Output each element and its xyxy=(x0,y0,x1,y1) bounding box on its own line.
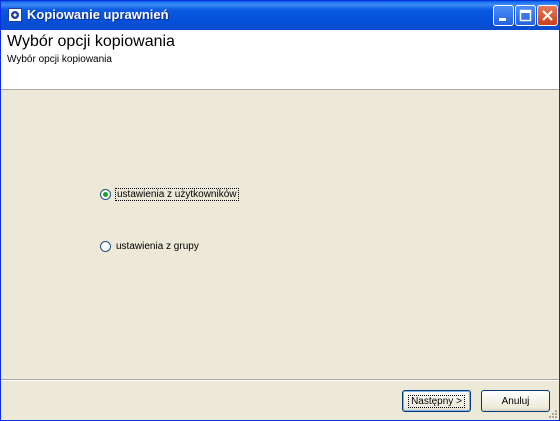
page-title: Wybór opcji kopiowania xyxy=(7,33,175,50)
next-button-label: Następny > xyxy=(408,394,465,408)
next-button[interactable]: Następny > xyxy=(402,390,471,412)
maximize-icon xyxy=(519,9,532,22)
app-icon[interactable] xyxy=(8,8,22,22)
wizard-header: Wybór opcji kopiowania Wybór opcji kopio… xyxy=(1,30,559,90)
radio-selected-dot xyxy=(103,192,108,197)
cancel-button[interactable]: Anuluj xyxy=(481,390,550,412)
page-subtitle: Wybór opcji kopiowania xyxy=(7,54,112,65)
size-grip-icon[interactable] xyxy=(547,408,557,418)
minimize-button[interactable] xyxy=(493,5,514,26)
title-bar[interactable]: Kopiowanie uprawnień xyxy=(1,1,559,30)
radio-label[interactable]: ustawienia z grupy xyxy=(115,241,200,252)
radio-option-group[interactable]: ustawienia z grupy xyxy=(100,241,200,252)
window-title: Kopiowanie uprawnień xyxy=(27,7,169,22)
maximize-button[interactable] xyxy=(515,5,536,26)
radio-option-users[interactable]: ustawienia z użytkowników xyxy=(100,188,239,201)
radio-button[interactable] xyxy=(100,241,111,252)
radio-label[interactable]: ustawienia z użytkowników xyxy=(115,188,239,201)
dialog-window: Kopiowanie uprawnień Wybór opcji kopiowa… xyxy=(0,0,560,421)
close-button[interactable] xyxy=(537,5,558,26)
footer-divider xyxy=(1,379,559,381)
close-icon xyxy=(542,10,553,21)
minimize-icon xyxy=(499,18,506,21)
radio-button[interactable] xyxy=(100,189,111,200)
cancel-button-label: Anuluj xyxy=(501,395,530,407)
